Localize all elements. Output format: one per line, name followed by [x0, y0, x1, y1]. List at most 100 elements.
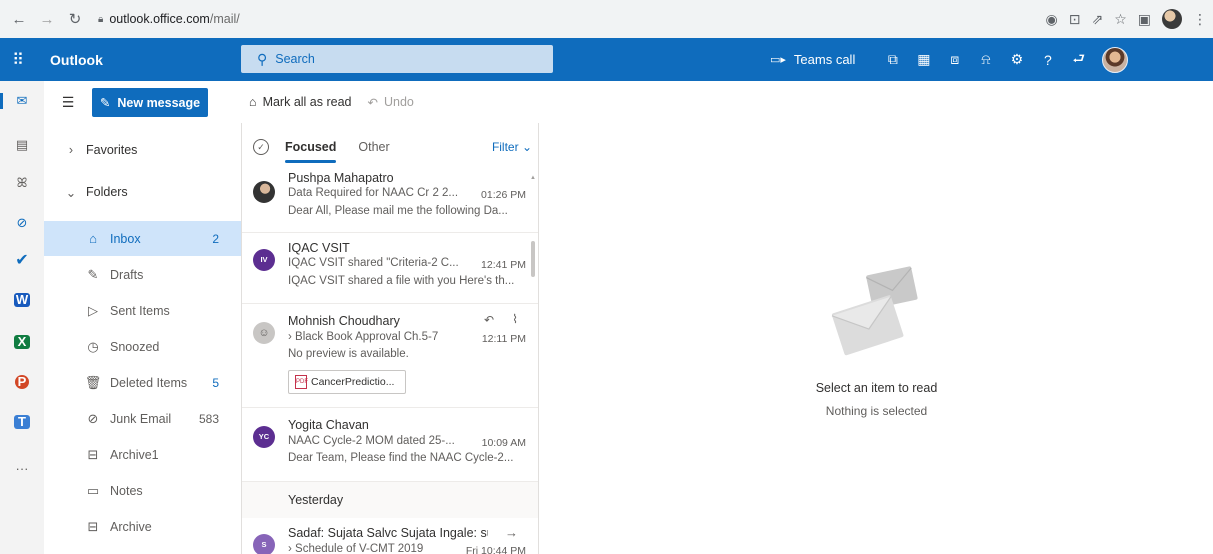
message-sender: Mohnish Choudhary	[288, 314, 400, 328]
envelope-illustration-icon	[831, 266, 918, 356]
message-item[interactable]: S Sadaf: Sujata Salvc Sujata Ingale: su.…	[242, 518, 538, 554]
folder-snoozed[interactable]: ◷ Snoozed	[44, 329, 241, 364]
message-time: 01:26 PM	[481, 189, 526, 201]
profile-avatar[interactable]	[1162, 9, 1182, 29]
attachment-name: CancerPredictio...	[311, 376, 395, 388]
browser-toolbar: ← → ↻ 🔒︎ outlook.office.com/mail/ ◉ ⊡ ⇗ …	[0, 0, 1213, 38]
message-subject: IQAC VSIT shared "Criteria-2 C...	[288, 257, 459, 269]
folder-archive[interactable]: ⊟ Archive	[44, 509, 241, 544]
star-icon[interactable]: ☆	[1114, 11, 1127, 28]
mark-all-read-button[interactable]: ⌂ Mark all as read	[249, 95, 352, 109]
folder-inbox[interactable]: ⌂ Inbox 2	[44, 221, 241, 256]
trash-icon: 🗑︎	[84, 374, 102, 390]
lock-icon: 🔒︎	[98, 13, 104, 25]
office-icon[interactable]: ▦	[908, 51, 939, 68]
folder-deleted-items[interactable]: 🗑︎ Deleted Items 5	[44, 365, 241, 400]
teams-icon[interactable]: T	[14, 415, 30, 429]
excel-icon[interactable]: X	[14, 335, 30, 349]
powerpoint-icon[interactable]: P	[15, 375, 29, 389]
reading-pane: Select an item to read Nothing is select…	[540, 123, 1213, 554]
hamburger-icon[interactable]: ☰	[44, 94, 92, 111]
more-apps-icon[interactable]: ···	[12, 459, 32, 479]
message-list: ✓ Focused Other Filter ⌄ ▲ Pushpa Mahapa…	[241, 123, 539, 554]
back-icon[interactable]: ←	[8, 11, 30, 28]
folder-notes[interactable]: ▭ Notes	[44, 473, 241, 508]
folder-junk-email[interactable]: ⊘ Junk Email 583	[44, 401, 241, 436]
url-domain: outlook.office.com	[109, 12, 210, 26]
word-icon[interactable]: W	[14, 293, 30, 307]
feedback-icon[interactable]: ⮐	[1063, 48, 1094, 72]
my-day-icon[interactable]: ⧈	[939, 51, 970, 68]
search-placeholder: Search	[275, 52, 315, 66]
header-actions: ▭▸ Teams call ⧉ ▦ ⧈ ⍾ ⚙ ? ⮐	[770, 38, 1129, 81]
attachment-icon[interactable]: ⊘	[12, 213, 32, 233]
mail-icon[interactable]: ✉	[12, 91, 32, 111]
arrow-right-icon: →	[505, 525, 518, 540]
undo-icon: ↶	[367, 95, 378, 110]
tab-focused[interactable]: Focused	[285, 140, 337, 163]
message-time: 10:09 AM	[481, 437, 526, 449]
filter-button[interactable]: Filter ⌄	[492, 140, 532, 154]
empty-state-title: Select an item to read	[815, 381, 938, 395]
reload-icon[interactable]: ↻	[64, 10, 86, 28]
mark-all-read-label: Mark all as read	[262, 95, 352, 109]
folder-sent-items[interactable]: ▷ Sent Items	[44, 293, 241, 328]
address-bar[interactable]: 🔒︎ outlook.office.com/mail/	[98, 7, 996, 31]
notifications-icon[interactable]: ⍾	[970, 51, 1001, 68]
avatar: IV	[253, 249, 275, 271]
archive-icon: ⊟	[87, 518, 99, 534]
sidepanel-icon[interactable]: ▣	[1138, 11, 1151, 28]
teams-call-button[interactable]: ▭▸ Teams call	[770, 52, 855, 67]
avatar	[253, 181, 275, 203]
help-icon[interactable]: ?	[1032, 52, 1063, 68]
user-avatar[interactable]	[1102, 46, 1129, 73]
teams-call-label: Teams call	[793, 52, 856, 67]
settings-icon[interactable]: ⚙	[1001, 51, 1032, 68]
command-bar: ⌂ Mark all as read ↶ Undo	[241, 81, 1213, 123]
rail-active-indicator	[0, 93, 3, 109]
new-message-button[interactable]: ✎ New message	[92, 88, 208, 117]
paperclip-icon: ⌇	[512, 312, 518, 326]
undo-button[interactable]: ↶ Undo	[368, 95, 414, 110]
message-sender: Pushpa Mahapatro	[288, 171, 394, 185]
undo-label: Undo	[383, 95, 414, 109]
message-item[interactable]: Pushpa Mahapatro Data Required for NAAC …	[242, 171, 538, 233]
message-item[interactable]: ☺ Mohnish Choudhary ↶ ⌇ › Black Book App…	[242, 304, 538, 408]
search-box[interactable]: ⚲ Search	[241, 45, 553, 73]
message-subject: › Black Book Approval Ch.5-7	[288, 331, 439, 343]
app-launcher-icon[interactable]: ⠿	[0, 50, 36, 70]
avatar: S	[253, 534, 275, 554]
select-all-checkbox[interactable]: ✓	[253, 139, 269, 155]
envelope-open-icon: ⌂	[249, 95, 257, 109]
item-count: 5	[212, 375, 219, 390]
teams-chat-icon[interactable]: ⧉	[877, 51, 908, 68]
replied-icon: ↶	[483, 313, 494, 327]
app-name[interactable]: Outlook	[50, 52, 103, 68]
eye-icon[interactable]: ◉	[1046, 11, 1058, 28]
message-item[interactable]: YC Yogita Chavan NAAC Cycle-2 MOM dated …	[242, 408, 538, 482]
search-icon: ⚲	[257, 50, 268, 67]
people-icon[interactable]: ꕤ	[12, 173, 32, 193]
message-preview: Dear Team, Please find the NAAC Cycle-2.…	[288, 452, 514, 464]
share-icon[interactable]: ⇗	[1091, 11, 1103, 28]
message-preview: IQAC VSIT shared a file with you Here's …	[288, 275, 515, 287]
compose-icon: ✎	[99, 96, 111, 110]
message-preview: No preview is available.	[288, 348, 409, 360]
folders-label: Folders	[86, 185, 128, 199]
menu-icon[interactable]: ⋮	[1193, 11, 1207, 28]
folders-section[interactable]: ⌄ Folders	[44, 173, 241, 211]
note-icon: ▭	[86, 482, 100, 498]
message-item[interactable]: IV IQAC VSIT IQAC VSIT shared "Criteria-…	[242, 233, 538, 304]
folder-drafts[interactable]: ✎ Drafts	[44, 257, 241, 292]
message-subject: NAAC Cycle-2 MOM dated 25-...	[288, 435, 455, 447]
forward-icon[interactable]: →	[36, 11, 58, 28]
attachment-chip[interactable]: PDF CancerPredictio...	[288, 370, 406, 394]
favorites-section[interactable]: › Favorites	[44, 131, 241, 169]
tab-other[interactable]: Other	[358, 140, 389, 154]
calendar-icon[interactable]: ▤	[12, 135, 32, 155]
pdf-icon: PDF	[295, 375, 308, 389]
todo-icon[interactable]: ✔	[12, 251, 32, 271]
folder-archive1[interactable]: ⊟ Archive1	[44, 437, 241, 472]
install-icon[interactable]: ⊡	[1069, 11, 1081, 28]
chevron-down-icon: ⌄	[65, 185, 77, 200]
